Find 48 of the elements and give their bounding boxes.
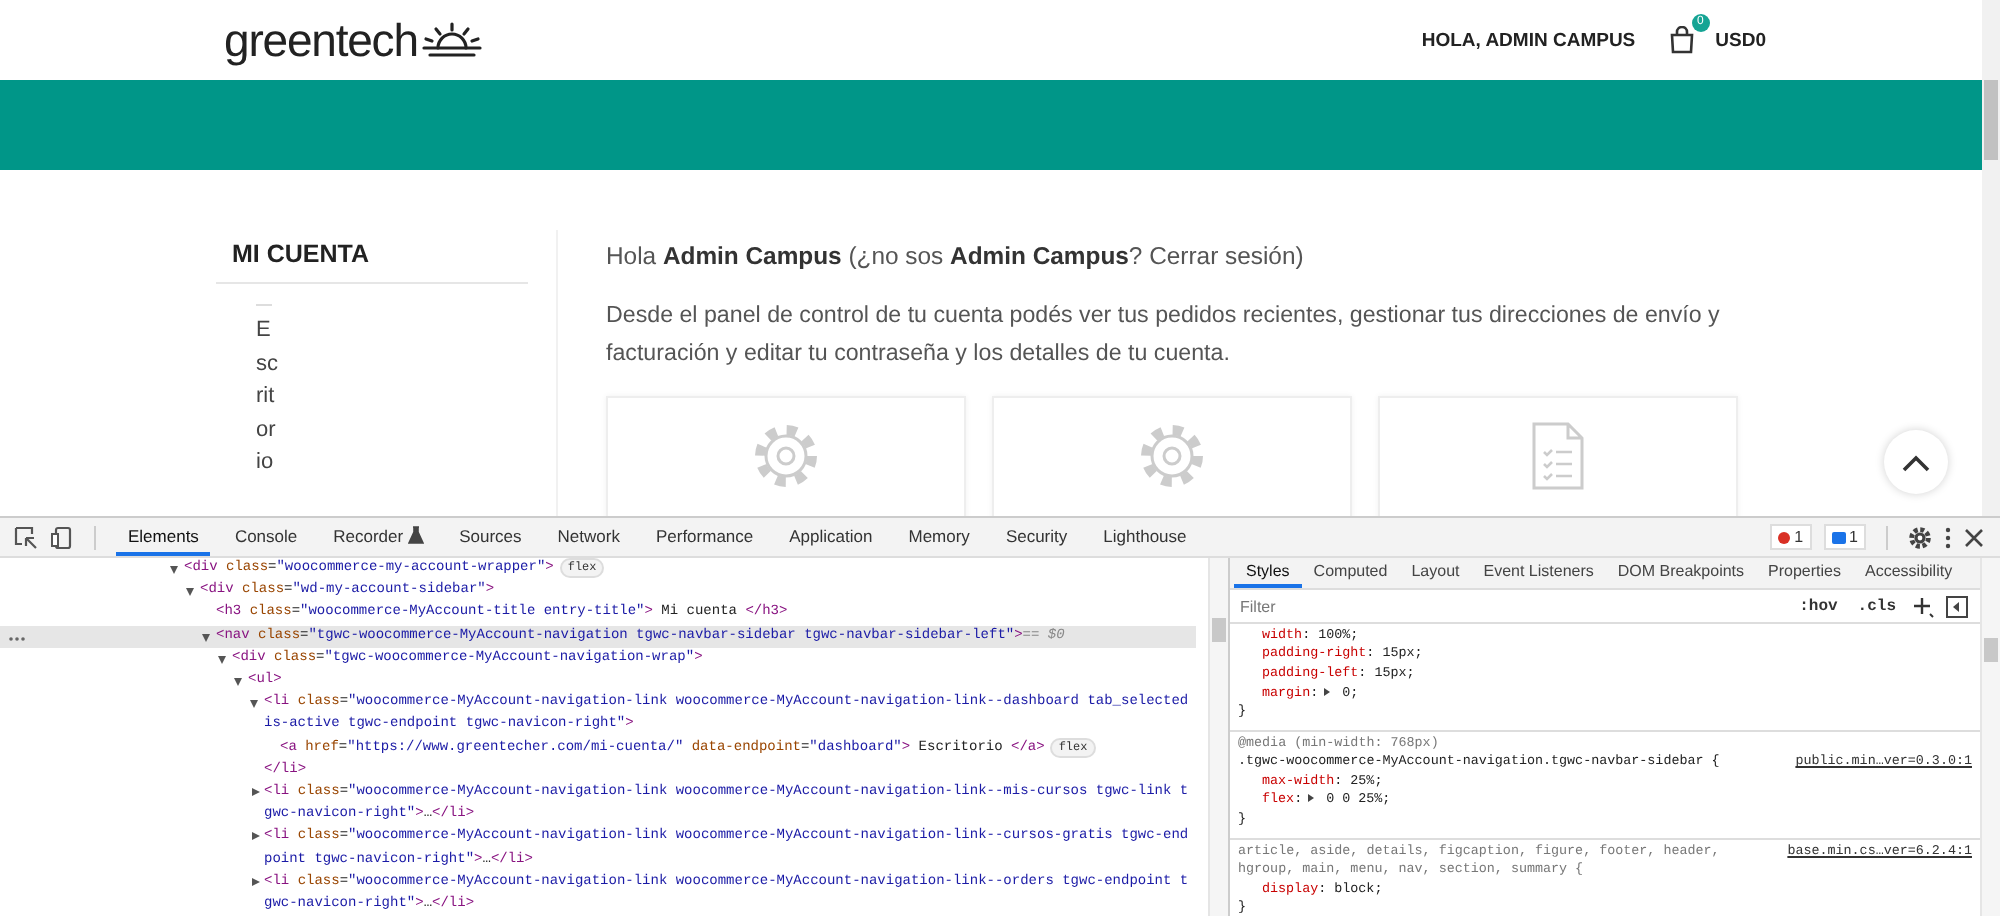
message-count-badge[interactable]: 1 <box>1823 524 1866 550</box>
styles-pane-tab[interactable]: Computed <box>1301 558 1400 589</box>
devtools-tab[interactable]: Lighthouse <box>1091 518 1199 556</box>
styles-pane-tab[interactable]: Event Listeners <box>1471 558 1606 589</box>
sidebar-nav-link[interactable]: Escritorio <box>256 314 280 479</box>
sidebar-title: MI CUENTA <box>230 238 372 272</box>
devtools-tab[interactable]: Recorder <box>321 518 436 556</box>
styles-pane-tab[interactable]: Properties <box>1756 558 1853 589</box>
chevron-up-icon <box>1902 453 1930 471</box>
devtools-tab[interactable]: Console <box>222 518 310 556</box>
cart-total[interactable]: USD0 <box>1715 29 1766 51</box>
sun-logo-icon <box>421 20 482 60</box>
devtools-tab[interactable]: Security <box>993 518 1080 556</box>
settings-icon[interactable] <box>1908 525 1932 549</box>
logo-text[interactable]: greentech <box>224 14 418 66</box>
row-actions-icon[interactable] <box>8 635 26 642</box>
devtools-tab[interactable]: Sources <box>447 518 534 556</box>
devtools-tab[interactable]: Network <box>545 518 632 556</box>
styles-pane-tab[interactable]: Styles <box>1234 558 1302 589</box>
device-toolbar-icon[interactable] <box>50 525 74 549</box>
account-greeting-link[interactable]: HOLA, ADMIN CAMPUS <box>1421 29 1636 51</box>
devtools-tab[interactable]: Application <box>777 518 885 556</box>
greeting-text: Hola Admin Campus (¿no sos Admin Campus? Cerrar sesión) <box>606 240 1306 274</box>
devtools-tab[interactable]: Performance <box>643 518 766 556</box>
styles-pane-tab[interactable]: Accessibility <box>1853 558 1965 589</box>
devtools-tab[interactable]: Memory <box>896 518 982 556</box>
gear-icon <box>752 422 820 490</box>
more-options-icon[interactable] <box>1944 525 1952 549</box>
elements-scrollbar[interactable] <box>1208 558 1228 916</box>
styles-pane-tab[interactable]: DOM Breakpoints <box>1605 558 1757 589</box>
flask-icon <box>407 526 424 544</box>
page-scrollbar[interactable] <box>1982 0 2000 516</box>
sidebar-toggle-icon[interactable] <box>1946 595 1968 618</box>
filter-toggle[interactable]: .cls <box>1853 597 1900 616</box>
filter-toggle[interactable]: :hov <box>1795 597 1842 616</box>
intro-paragraph: Desde el panel de control de tu cuenta podés ver tus pedidos recientes, gestionar tus direcciones de envío y facturación y editar tu contraseña y los detalles de tu cuenta. <box>606 300 1722 369</box>
inspect-element-icon[interactable] <box>14 525 38 549</box>
gear-icon <box>1138 422 1206 490</box>
shopping-bag-icon[interactable] <box>1667 26 1696 54</box>
logout-link[interactable]: Cerrar sesión <box>1149 242 1296 270</box>
scroll-to-top-button[interactable] <box>1884 430 1948 494</box>
styles-pane-tab[interactable]: Layout <box>1399 558 1472 589</box>
error-count-badge[interactable]: 1 <box>1770 524 1812 550</box>
document-list-icon <box>1530 422 1586 490</box>
devtools-tab[interactable]: Elements <box>116 518 211 556</box>
styles-scrollbar[interactable] <box>1980 558 2000 916</box>
add-rule-icon[interactable] <box>1912 595 1934 618</box>
close-icon[interactable] <box>1964 527 1984 547</box>
